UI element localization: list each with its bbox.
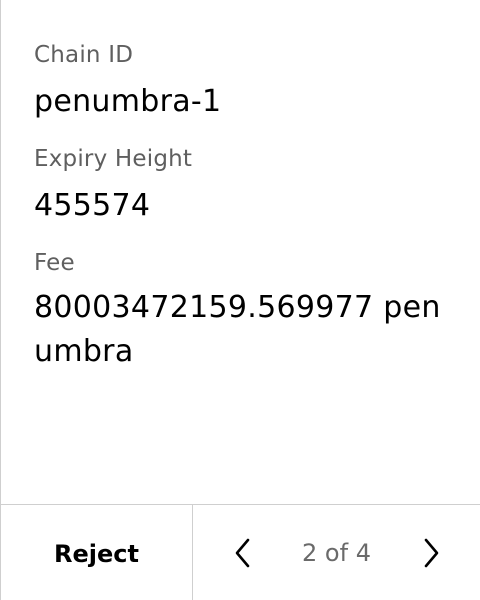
- expiry-height-label: Expiry Height: [34, 146, 193, 172]
- chain-id-value: penumbra-1: [34, 84, 222, 119]
- fee-value: 80003472159.569977 penumbra: [34, 290, 441, 369]
- transaction-review-screen: Chain ID penumbra-1 Expiry Height 455574…: [0, 0, 480, 600]
- chain-id-label: Chain ID: [34, 42, 134, 68]
- pager: 2 of 4: [193, 505, 480, 600]
- next-page-button[interactable]: [413, 535, 449, 571]
- chevron-right-icon: [424, 538, 439, 568]
- action-footer: Reject 2 of 4: [1, 504, 480, 600]
- reject-button[interactable]: Reject: [1, 505, 193, 600]
- expiry-height-value: 455574: [34, 188, 151, 223]
- fee-label: Fee: [34, 250, 75, 276]
